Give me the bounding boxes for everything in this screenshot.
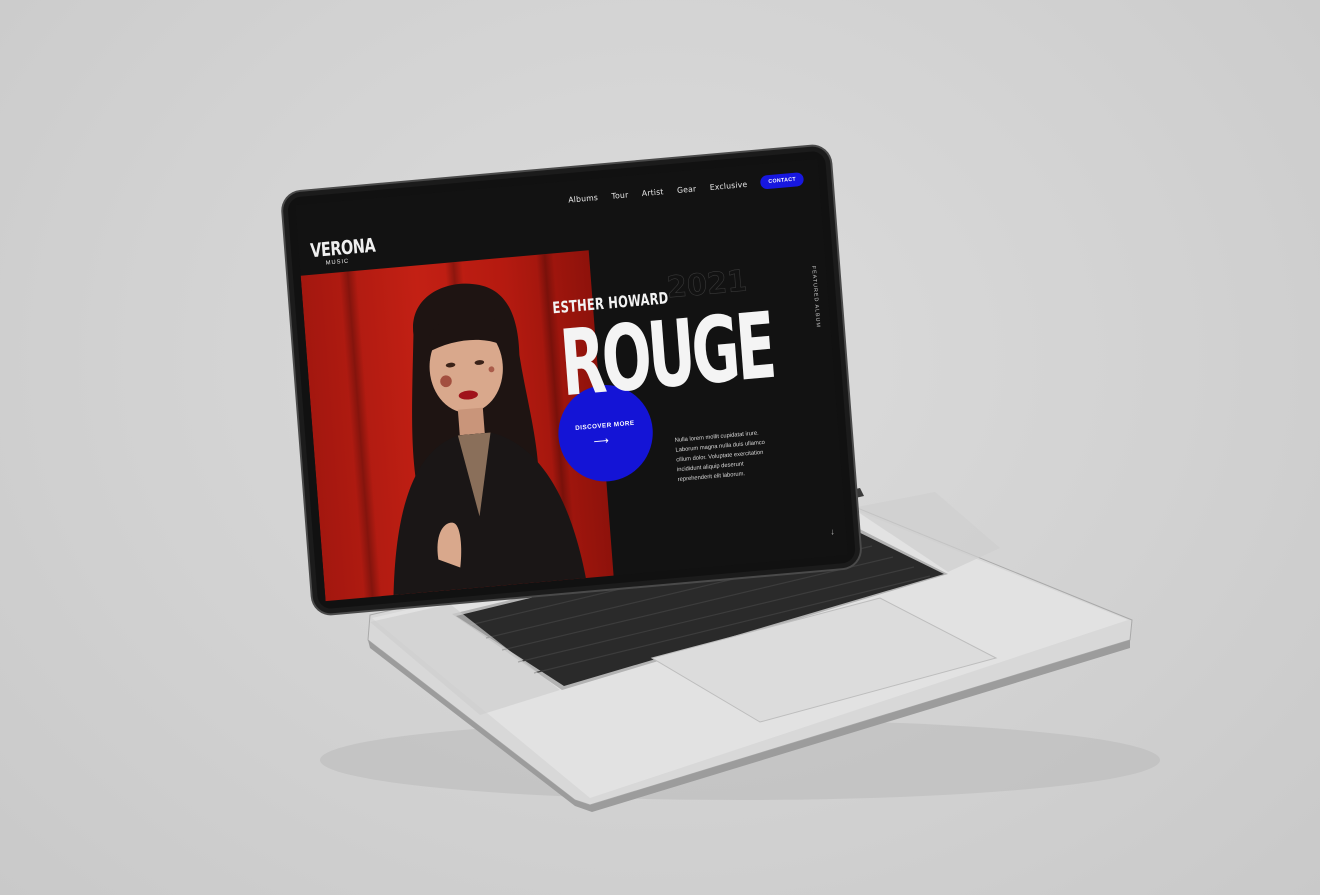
laptop-screen: Albums Tour Artist Gear Exclusive CONTAC…	[287, 150, 857, 610]
main-nav: Albums Tour Artist Gear Exclusive CONTAC…	[568, 172, 805, 207]
long-right-arrow-icon[interactable]: ⟶	[593, 435, 609, 448]
nav-tour[interactable]: Tour	[611, 190, 629, 200]
album-title: ROUGE	[556, 294, 777, 419]
down-arrow-icon[interactable]: ↓	[830, 526, 835, 536]
nav-exclusive[interactable]: Exclusive	[709, 179, 747, 191]
laptop-mockup-stage: Albums Tour Artist Gear Exclusive CONTAC…	[0, 0, 1320, 895]
logo[interactable]: VERONA MUSIC	[310, 234, 377, 268]
featured-album-label: FEATURED ALBUM	[810, 265, 821, 329]
contact-button[interactable]: CONTACT	[760, 172, 805, 190]
album-description: Nulla lorem mollit cupidatat irure. Labo…	[674, 430, 766, 484]
nav-gear[interactable]: Gear	[677, 184, 697, 195]
nav-albums[interactable]: Albums	[568, 193, 598, 204]
nav-artist[interactable]: Artist	[641, 187, 663, 198]
website: Albums Tour Artist Gear Exclusive CONTAC…	[295, 158, 848, 602]
